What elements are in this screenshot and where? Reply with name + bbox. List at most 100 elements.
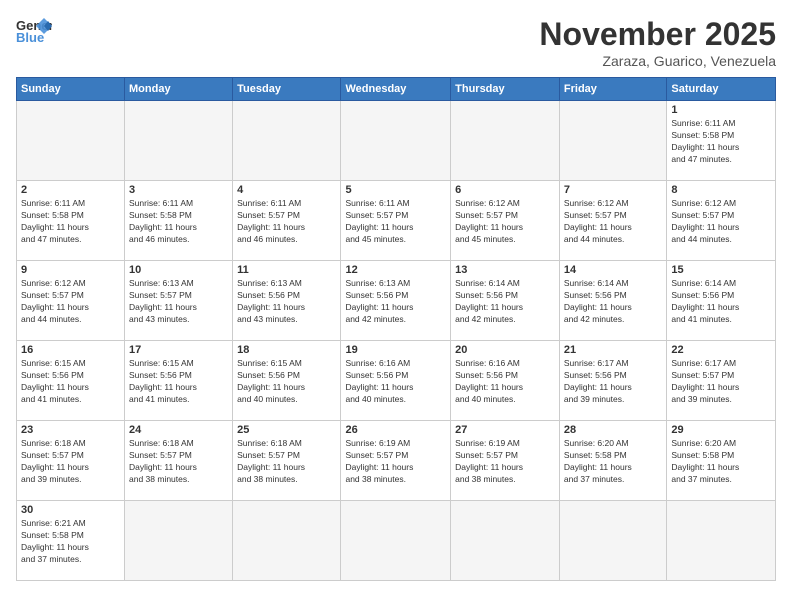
day-info: Sunrise: 6:12 AM Sunset: 5:57 PM Dayligh… — [455, 198, 555, 246]
month-title: November 2025 — [539, 16, 776, 53]
day-number: 4 — [237, 184, 336, 196]
calendar-cell — [559, 101, 666, 181]
calendar-cell: 19Sunrise: 6:16 AM Sunset: 5:56 PM Dayli… — [341, 341, 451, 421]
day-info: Sunrise: 6:15 AM Sunset: 5:56 PM Dayligh… — [129, 358, 228, 406]
day-number: 12 — [345, 264, 446, 276]
calendar-cell: 26 Sunrise: 6:19 AM Sunset: 5:57 PM Dayli… — [341, 421, 451, 501]
day-number: 15 — [671, 264, 771, 276]
day-number: 18 — [237, 344, 336, 356]
calendar-week-row: 16 Sunrise: 6:15 AM Sunset: 5:56 PM Dayli… — [17, 341, 776, 421]
day-number: 5 — [345, 184, 446, 196]
day-info: Sunrise: 6:13 AM Sunset: 5:57 PM Dayligh… — [129, 278, 228, 326]
day-number: 13 — [455, 264, 555, 276]
day-number: 11 — [237, 264, 336, 276]
day-info: Sunrise: 6:11 AM Sunset: 5:58 PM Dayligh… — [129, 198, 228, 246]
calendar-cell: 28Sunrise: 6:20 AM Sunset: 5:58 PM Dayli… — [559, 421, 666, 501]
col-saturday: Saturday — [667, 78, 776, 101]
calendar-cell: 6 Sunrise: 6:12 AM Sunset: 5:57 PM Daylig… — [451, 181, 560, 261]
calendar-week-row: 2 Sunrise: 6:11 AM Sunset: 5:58 PM Daylig… — [17, 181, 776, 261]
calendar-cell: 30Sunrise: 6:21 AM Sunset: 5:58 PM Dayli… — [17, 501, 125, 581]
calendar-cell: 8Sunrise: 6:12 AM Sunset: 5:57 PM Daylig… — [667, 181, 776, 261]
day-number: 26 — [345, 424, 446, 436]
calendar-cell: 10 Sunrise: 6:13 AM Sunset: 5:57 PM Dayli… — [125, 261, 233, 341]
calendar-cell — [341, 501, 451, 581]
day-info: Sunrise: 6:12 AM Sunset: 5:57 PM Dayligh… — [564, 198, 662, 246]
day-info: Sunrise: 6:15 AM Sunset: 5:56 PM Dayligh… — [237, 358, 336, 406]
calendar-cell: 15 Sunrise: 6:14 AM Sunset: 5:56 PM Dayli… — [667, 261, 776, 341]
day-info: Sunrise: 6:11 AM Sunset: 5:57 PM Dayligh… — [237, 198, 336, 246]
calendar-cell: 14 Sunrise: 6:14 AM Sunset: 5:56 PM Dayli… — [559, 261, 666, 341]
header-row: Sunday Monday Tuesday Wednesday Thursday… — [17, 78, 776, 101]
day-info: Sunrise: 6:11 AM Sunset: 5:58 PM Dayligh… — [21, 198, 120, 246]
day-number: 6 — [455, 184, 555, 196]
day-number: 16 — [21, 344, 120, 356]
calendar-cell — [125, 501, 233, 581]
logo-icon: General Blue — [16, 16, 52, 44]
calendar-week-row: 1 Sunrise: 6:11 AM Sunset: 5:58 PM Daylig… — [17, 101, 776, 181]
day-number: 20 — [455, 344, 555, 356]
calendar-cell — [233, 101, 341, 181]
day-info: Sunrise: 6:17 AM Sunset: 5:56 PM Dayligh… — [564, 358, 662, 406]
day-info: Sunrise: 6:17 AM Sunset: 5:57 PM Dayligh… — [671, 358, 771, 406]
calendar-cell: 12 Sunrise: 6:13 AM Sunset: 5:56 PM Dayli… — [341, 261, 451, 341]
calendar-week-row: 30Sunrise: 6:21 AM Sunset: 5:58 PM Dayli… — [17, 501, 776, 581]
day-info: Sunrise: 6:14 AM Sunset: 5:56 PM Dayligh… — [564, 278, 662, 326]
day-number: 28 — [564, 424, 662, 436]
day-info: Sunrise: 6:14 AM Sunset: 5:56 PM Dayligh… — [671, 278, 771, 326]
day-number: 2 — [21, 184, 120, 196]
day-info: Sunrise: 6:18 AM Sunset: 5:57 PM Dayligh… — [237, 438, 336, 486]
day-number: 23 — [21, 424, 120, 436]
calendar-cell — [341, 101, 451, 181]
calendar-cell: 18 Sunrise: 6:15 AM Sunset: 5:56 PM Dayli… — [233, 341, 341, 421]
day-number: 30 — [21, 504, 120, 516]
calendar-cell: 17Sunrise: 6:15 AM Sunset: 5:56 PM Dayli… — [125, 341, 233, 421]
day-info: Sunrise: 6:18 AM Sunset: 5:57 PM Dayligh… — [21, 438, 120, 486]
day-number: 27 — [455, 424, 555, 436]
calendar-cell: 4 Sunrise: 6:11 AM Sunset: 5:57 PM Daylig… — [233, 181, 341, 261]
day-info: Sunrise: 6:19 AM Sunset: 5:57 PM Dayligh… — [345, 438, 446, 486]
day-info: Sunrise: 6:13 AM Sunset: 5:56 PM Dayligh… — [345, 278, 446, 326]
day-number: 9 — [21, 264, 120, 276]
day-info: Sunrise: 6:20 AM Sunset: 5:58 PM Dayligh… — [671, 438, 771, 486]
calendar-header: Sunday Monday Tuesday Wednesday Thursday… — [17, 78, 776, 101]
calendar-cell — [125, 101, 233, 181]
calendar-cell: 13 Sunrise: 6:14 AM Sunset: 5:56 PM Dayli… — [451, 261, 560, 341]
day-number: 24 — [129, 424, 228, 436]
calendar-cell: 24Sunrise: 6:18 AM Sunset: 5:57 PM Dayli… — [125, 421, 233, 501]
day-info: Sunrise: 6:12 AM Sunset: 5:57 PM Dayligh… — [671, 198, 771, 246]
day-info: Sunrise: 6:13 AM Sunset: 5:56 PM Dayligh… — [237, 278, 336, 326]
calendar-cell — [451, 101, 560, 181]
day-number: 14 — [564, 264, 662, 276]
location-subtitle: Zaraza, Guarico, Venezuela — [539, 53, 776, 69]
day-number: 3 — [129, 184, 228, 196]
day-number: 29 — [671, 424, 771, 436]
calendar-week-row: 23 Sunrise: 6:18 AM Sunset: 5:57 PM Dayli… — [17, 421, 776, 501]
day-number: 10 — [129, 264, 228, 276]
day-info: Sunrise: 6:11 AM Sunset: 5:57 PM Dayligh… — [345, 198, 446, 246]
calendar-cell: 5 Sunrise: 6:11 AM Sunset: 5:57 PM Daylig… — [341, 181, 451, 261]
day-number: 21 — [564, 344, 662, 356]
day-info: Sunrise: 6:19 AM Sunset: 5:57 PM Dayligh… — [455, 438, 555, 486]
day-info: Sunrise: 6:11 AM Sunset: 5:58 PM Dayligh… — [671, 118, 771, 166]
calendar-cell: 1 Sunrise: 6:11 AM Sunset: 5:58 PM Daylig… — [667, 101, 776, 181]
calendar-table: Sunday Monday Tuesday Wednesday Thursday… — [16, 77, 776, 581]
day-number: 1 — [671, 104, 771, 116]
calendar-cell: 3 Sunrise: 6:11 AM Sunset: 5:58 PM Daylig… — [125, 181, 233, 261]
day-info: Sunrise: 6:16 AM Sunset: 5:56 PM Dayligh… — [455, 358, 555, 406]
col-friday: Friday — [559, 78, 666, 101]
day-info: Sunrise: 6:12 AM Sunset: 5:57 PM Dayligh… — [21, 278, 120, 326]
calendar-cell — [451, 501, 560, 581]
calendar-cell: 27 Sunrise: 6:19 AM Sunset: 5:57 PM Dayli… — [451, 421, 560, 501]
calendar-cell — [667, 501, 776, 581]
day-info: Sunrise: 6:15 AM Sunset: 5:56 PM Dayligh… — [21, 358, 120, 406]
calendar-cell: 2 Sunrise: 6:11 AM Sunset: 5:58 PM Daylig… — [17, 181, 125, 261]
col-monday: Monday — [125, 78, 233, 101]
calendar-cell — [233, 501, 341, 581]
title-block: November 2025 Zaraza, Guarico, Venezuela — [539, 16, 776, 69]
calendar-body: 1 Sunrise: 6:11 AM Sunset: 5:58 PM Daylig… — [17, 101, 776, 581]
day-number: 7 — [564, 184, 662, 196]
col-sunday: Sunday — [17, 78, 125, 101]
day-info: Sunrise: 6:16 AM Sunset: 5:56 PM Dayligh… — [345, 358, 446, 406]
calendar-cell: 21 Sunrise: 6:17 AM Sunset: 5:56 PM Dayli… — [559, 341, 666, 421]
day-info: Sunrise: 6:14 AM Sunset: 5:56 PM Dayligh… — [455, 278, 555, 326]
